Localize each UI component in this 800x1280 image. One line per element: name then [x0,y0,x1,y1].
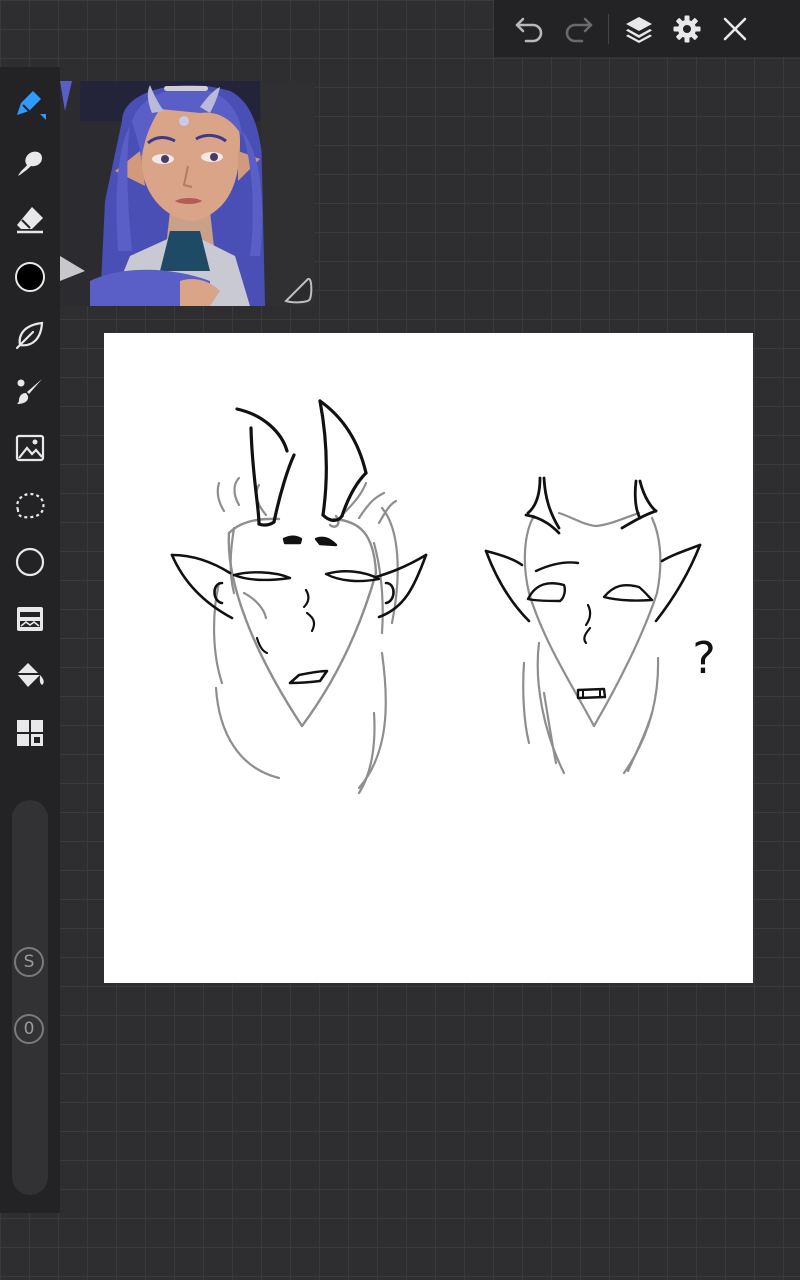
close-button[interactable] [711,0,759,57]
brush-icon [17,379,42,404]
undo-icon [515,17,543,42]
question-mark-annotation: ? [692,633,715,684]
close-icon [723,17,747,40]
layers-icon [626,16,652,43]
pen-icon [17,91,46,120]
tool-sidebar: S 0 [0,67,60,1213]
pen-tool[interactable] [0,82,60,126]
lasso-icon [16,492,45,519]
image-import-tool[interactable] [0,426,60,470]
lasso-tool[interactable] [0,483,60,527]
opacity-indicator[interactable]: 0 [14,1014,44,1044]
eraser-tool[interactable] [0,197,60,241]
redo-button[interactable] [554,0,602,57]
brush-tool[interactable] [0,369,60,413]
filter-icon [17,607,43,631]
grid-icon [17,720,43,746]
gear-icon [673,15,701,42]
shape-icon [15,547,45,577]
current-color-circle [15,262,45,292]
size-indicator[interactable]: S [14,947,44,977]
toolbar-divider [608,13,609,44]
layers-button[interactable] [615,0,663,57]
reference-drag-handle[interactable] [164,86,208,91]
eraser-icon [17,207,43,234]
smudge-icon [18,151,42,176]
leaf-brush-icon [15,321,44,350]
grid-tool[interactable] [0,711,60,755]
redo-icon [565,17,593,42]
undo-button[interactable] [506,0,554,57]
sketch-drawing: ? [170,399,716,795]
brush-size-slider[interactable] [12,800,48,1195]
image-import-icon [15,434,45,462]
settings-button[interactable] [663,0,711,57]
fill-bucket-icon [17,663,44,687]
reference-portrait [60,81,313,306]
drawing-canvas[interactable]: ? [104,333,753,983]
filter-tool[interactable] [0,597,60,641]
reference-image-panel[interactable] [60,81,315,306]
shape-tool[interactable] [0,540,60,584]
leaf-brush-tool[interactable] [0,313,60,357]
fill-bucket-tool[interactable] [0,654,60,698]
top-toolbar [494,0,800,57]
smudge-tool[interactable] [0,141,60,185]
color-swatch[interactable] [0,255,60,299]
